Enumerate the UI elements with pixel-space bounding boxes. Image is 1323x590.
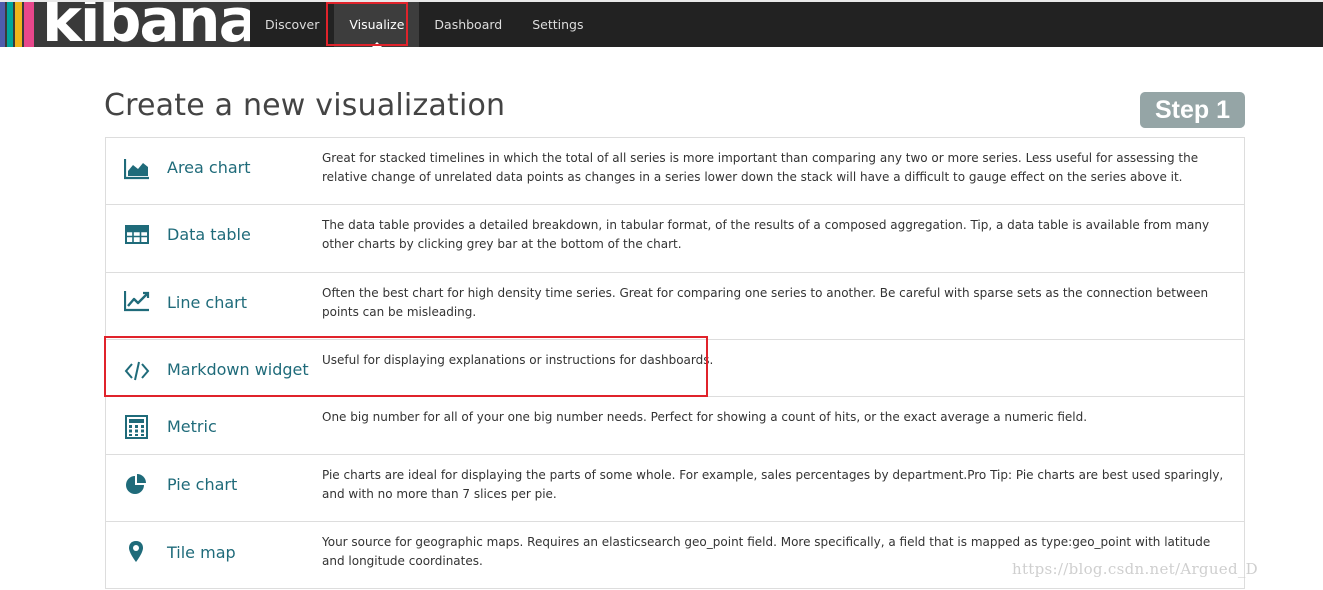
page-title: Create a new visualization	[104, 88, 506, 123]
vis-type-name: Data table	[167, 225, 251, 244]
top-navbar: kibana Discover Visualize Dashboard Sett…	[0, 0, 1323, 47]
nav-visualize[interactable]: Visualize	[334, 2, 420, 47]
vis-type-name: Metric	[167, 417, 217, 436]
pie-chart-icon	[124, 472, 150, 494]
nav-settings[interactable]: Settings	[517, 2, 598, 47]
area-chart-icon	[124, 158, 150, 180]
vis-type-name: Pie chart	[167, 475, 238, 494]
visualization-type-list: Area chart Great for stacked timelines i…	[105, 137, 1245, 589]
vis-type-area-chart[interactable]: Area chart Great for stacked timelines i…	[106, 138, 1244, 205]
vis-type-description: Useful for displaying explanations or in…	[322, 353, 714, 367]
vis-type-description: One big number for all of your one big n…	[322, 410, 1088, 424]
vis-type-description: Pie charts are ideal for displaying the …	[322, 468, 1224, 501]
vis-type-description: Often the best chart for high density ti…	[322, 286, 1209, 319]
line-chart-icon	[124, 290, 150, 312]
vis-type-tile-map[interactable]: Tile map Your source for geographic maps…	[106, 522, 1244, 589]
vis-type-description: The data table provides a detailed break…	[322, 218, 1210, 251]
nav-menu: Discover Visualize Dashboard Settings	[250, 2, 599, 47]
table-icon	[124, 224, 150, 246]
vis-type-name: Area chart	[167, 158, 251, 177]
map-marker-icon	[124, 540, 150, 562]
logo-stripe	[0, 2, 5, 47]
vis-type-description: Great for stacked timelines in which the…	[322, 151, 1199, 184]
logo-stripe	[24, 2, 34, 47]
vis-type-metric[interactable]: Metric One big number for all of your on…	[106, 397, 1244, 455]
vis-type-line-chart[interactable]: Line chart Often the best chart for high…	[106, 273, 1244, 340]
vis-type-name: Markdown widget	[167, 360, 309, 379]
logo-text: kibana	[42, 2, 250, 47]
calculator-icon	[124, 415, 150, 439]
vis-type-markdown-widget[interactable]: Markdown widget Useful for displaying ex…	[106, 340, 1244, 397]
nav-dashboard[interactable]: Dashboard	[419, 2, 517, 47]
vis-type-data-table[interactable]: Data table The data table provides a det…	[106, 205, 1244, 273]
step-badge: Step 1	[1140, 92, 1245, 128]
vis-type-pie-chart[interactable]: Pie chart Pie charts are ideal for displ…	[106, 455, 1244, 522]
vis-type-name: Line chart	[167, 293, 248, 312]
kibana-logo[interactable]: kibana	[0, 2, 250, 47]
nav-discover[interactable]: Discover	[250, 2, 334, 47]
watermark: https://blog.csdn.net/Argued_D	[1012, 560, 1258, 578]
logo-stripe	[7, 2, 13, 47]
vis-type-name: Tile map	[167, 543, 236, 562]
code-icon	[124, 360, 150, 382]
logo-stripe	[15, 2, 22, 47]
